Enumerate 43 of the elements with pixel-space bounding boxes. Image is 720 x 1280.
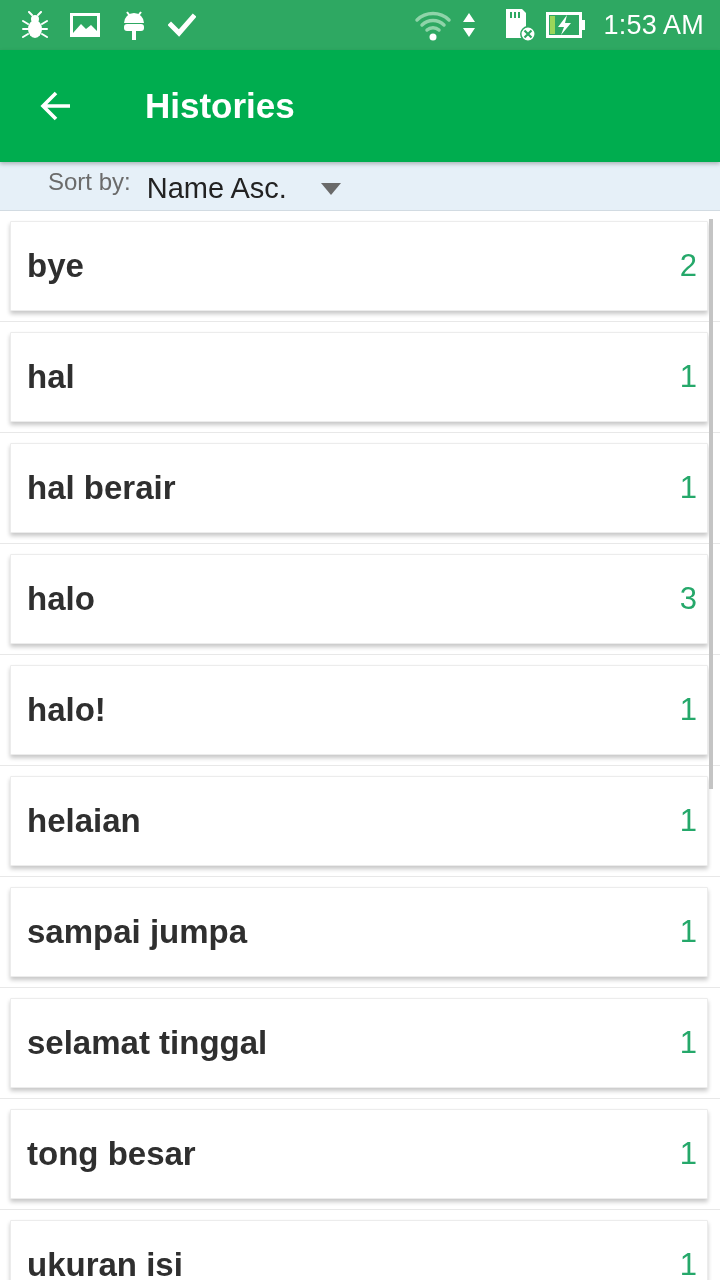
dropdown-caret-icon bbox=[320, 182, 341, 195]
history-count: 1 bbox=[679, 1135, 697, 1173]
history-count: 1 bbox=[679, 691, 697, 729]
history-count: 1 bbox=[679, 913, 697, 951]
history-word: helaian bbox=[27, 801, 141, 841]
sort-label: Sort by: bbox=[48, 170, 131, 194]
screen-title: Histories bbox=[145, 85, 295, 127]
robot-icon bbox=[122, 10, 146, 40]
battery-charging-icon bbox=[545, 12, 586, 38]
image-icon bbox=[70, 13, 100, 37]
history-count: 1 bbox=[679, 469, 697, 507]
back-arrow-icon bbox=[40, 91, 72, 121]
history-word: selamat tinggal bbox=[27, 1023, 268, 1063]
history-count: 1 bbox=[679, 802, 697, 840]
history-card[interactable]: bye 2 bbox=[10, 221, 708, 311]
history-card[interactable]: tong besar 1 bbox=[10, 1109, 708, 1199]
history-word: sampai jumpa bbox=[27, 912, 248, 952]
history-word: hal berair bbox=[27, 468, 176, 508]
history-card[interactable]: selamat tinggal 1 bbox=[10, 998, 708, 1088]
history-count: 1 bbox=[679, 1246, 697, 1280]
history-word: ukuran isi bbox=[27, 1245, 183, 1280]
bug-icon bbox=[22, 11, 48, 39]
history-word: bye bbox=[27, 246, 84, 286]
history-card[interactable]: hal 1 bbox=[10, 332, 708, 422]
history-card[interactable]: halo 3 bbox=[10, 554, 708, 644]
history-card[interactable]: helaian 1 bbox=[10, 776, 708, 866]
history-word: halo! bbox=[27, 690, 106, 730]
history-card[interactable]: sampai jumpa 1 bbox=[10, 887, 708, 977]
wifi-icon bbox=[413, 9, 452, 41]
checkmark-icon bbox=[168, 13, 196, 37]
sort-dropdown[interactable]: Name Asc. bbox=[146, 174, 341, 203]
history-count: 1 bbox=[679, 358, 697, 396]
history-card[interactable]: hal berair 1 bbox=[10, 443, 708, 533]
history-word: halo bbox=[27, 579, 95, 619]
history-card[interactable]: halo! 1 bbox=[10, 665, 708, 755]
history-count: 2 bbox=[679, 247, 697, 285]
history-word: tong besar bbox=[27, 1134, 196, 1174]
history-word: hal bbox=[27, 357, 75, 397]
history-count: 1 bbox=[679, 1024, 697, 1062]
clock-time: 1:53 AM bbox=[603, 11, 704, 39]
history-card[interactable]: ukuran isi 1 bbox=[10, 1220, 708, 1280]
data-arrows-icon bbox=[461, 12, 476, 38]
history-count: 3 bbox=[679, 580, 697, 618]
